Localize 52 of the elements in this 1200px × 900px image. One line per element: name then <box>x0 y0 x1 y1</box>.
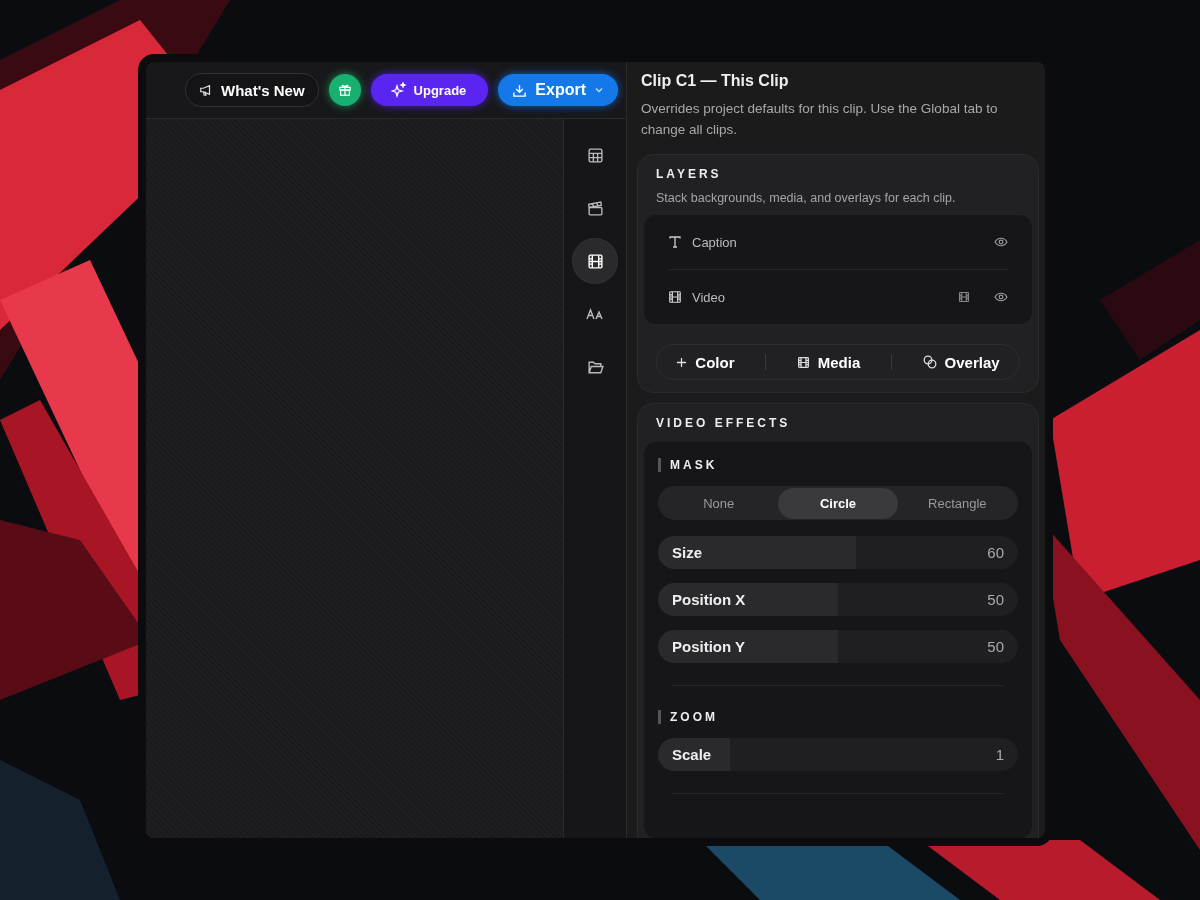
mask-option[interactable]: Circle <box>778 487 898 519</box>
slider-track[interactable]: Position X 50 <box>658 583 1018 616</box>
slider-track[interactable]: Position Y 50 <box>658 630 1018 663</box>
gift-button[interactable] <box>328 74 361 106</box>
upgrade-button[interactable]: Upgrade <box>370 74 489 106</box>
eye-icon[interactable] <box>994 292 1008 302</box>
section-heading: VIDEO EFFECTS <box>655 416 792 430</box>
sparkles-icon <box>390 82 407 98</box>
slider-value: 1 <box>995 746 1004 763</box>
text-icon <box>668 235 682 249</box>
subsection-heading: MASK <box>658 458 1018 472</box>
slider-track[interactable]: Scale 1 <box>658 738 1018 771</box>
clapperboard-icon <box>586 199 604 217</box>
film-icon <box>796 355 810 369</box>
layer-row[interactable]: Video <box>668 269 1008 324</box>
film-icon <box>586 252 604 270</box>
slider-label: Size <box>672 544 702 561</box>
panel-description: Overrides project defaults for this clip. Use the Global tab to change all clips. <box>641 100 999 139</box>
mask-option[interactable]: None <box>659 487 779 519</box>
megaphone-icon <box>199 83 213 97</box>
mask-option[interactable]: Rectangle <box>897 487 1017 519</box>
section-description: Stack backgrounds, media, and overlays for each clip. <box>655 190 957 207</box>
add-plus-button[interactable]: Color <box>668 349 743 375</box>
table-icon <box>586 146 604 164</box>
whats-new-button[interactable]: What's New <box>185 73 319 107</box>
folder-icon <box>586 358 604 376</box>
plus-icon <box>676 356 688 368</box>
section-heading: LAYERS <box>655 167 723 181</box>
slider-value: 50 <box>987 638 1004 655</box>
slider-label: Position Y <box>672 638 746 655</box>
film-icon <box>668 290 682 304</box>
chevron-down-icon <box>594 85 604 95</box>
download-icon <box>512 82 528 98</box>
layer-name: Video <box>692 289 726 305</box>
slider-label: Position X <box>672 591 746 608</box>
export-button[interactable]: Export <box>498 74 618 106</box>
panel-title: Clip C1 — This Clip <box>641 72 790 90</box>
gift-icon <box>337 83 352 97</box>
slider-value: 50 <box>987 591 1004 608</box>
overlapping-circles-icon <box>922 355 937 369</box>
film-tab[interactable] <box>573 239 617 283</box>
slider-track[interactable]: Size 60 <box>658 536 1018 569</box>
layer-row[interactable]: Caption <box>668 215 1008 269</box>
film-icon[interactable] <box>958 291 970 303</box>
add-film-button[interactable]: Media <box>788 349 869 375</box>
eye-icon[interactable] <box>994 237 1008 247</box>
text-size-icon <box>586 308 604 320</box>
subsection-heading: ZOOM <box>658 710 1018 724</box>
slider-label: Scale <box>672 746 712 763</box>
layer-name: Caption <box>692 234 738 250</box>
add-overlay-button[interactable]: Overlay <box>914 349 1008 375</box>
slider-value: 60 <box>987 544 1004 561</box>
